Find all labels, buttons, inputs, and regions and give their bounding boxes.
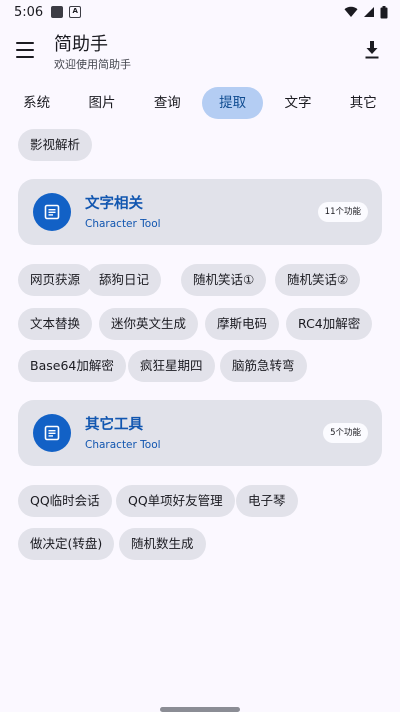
tool-chip[interactable]: 随机数生成 xyxy=(119,528,206,560)
section-title: 其它工具 xyxy=(85,417,143,433)
tool-chip[interactable]: 随机笑话① xyxy=(181,264,267,296)
tab-text[interactable]: 文字 xyxy=(267,87,328,119)
status-bar: 5:06 A xyxy=(0,0,400,24)
wifi-icon xyxy=(344,6,358,18)
tab-image[interactable]: 图片 xyxy=(71,87,132,119)
tool-chip[interactable]: 做决定(转盘) xyxy=(18,528,115,560)
menu-icon[interactable] xyxy=(16,42,34,58)
tool-chip[interactable]: 疯狂星期四 xyxy=(128,350,215,382)
tool-chip[interactable]: 摩斯电码 xyxy=(205,308,280,340)
tab-extract[interactable]: 提取 xyxy=(202,87,264,119)
notification-icon xyxy=(51,6,64,18)
tab-other[interactable]: 其它 xyxy=(333,87,394,119)
feature-count-badge: 11个功能 xyxy=(317,202,368,222)
tool-chip[interactable]: 文本替换 xyxy=(18,308,93,340)
notification-app-icon: A xyxy=(69,6,82,18)
app-subtitle: 欢迎使用简助手 xyxy=(54,58,131,71)
section-card-text: 文字相关 Character Tool 11个功能 xyxy=(18,179,382,245)
tool-chip[interactable]: RC4加解密 xyxy=(286,308,373,340)
tool-chip-video-parse[interactable]: 影视解析 xyxy=(18,129,93,161)
app-title: 简助手 xyxy=(54,34,108,55)
section-title: 文字相关 xyxy=(85,196,143,212)
document-icon xyxy=(33,193,71,231)
battery-icon xyxy=(380,5,388,18)
section-subtitle: Character Tool xyxy=(85,218,161,230)
tool-chip[interactable]: QQ单项好友管理 xyxy=(116,485,235,517)
download-icon[interactable] xyxy=(364,40,380,60)
tool-chip[interactable]: Base64加解密 xyxy=(18,350,126,382)
home-indicator[interactable] xyxy=(160,707,240,712)
section-subtitle: Character Tool xyxy=(85,439,161,451)
tool-list[interactable]: 影视解析 文字相关 Character Tool 11个功能 网页获源 舔狗日记… xyxy=(0,126,400,712)
feature-count-badge: 5个功能 xyxy=(323,423,368,443)
status-time: 5:06 xyxy=(14,4,44,20)
tool-chip[interactable]: 随机笑话② xyxy=(275,264,361,296)
tool-chip[interactable]: 舔狗日记 xyxy=(87,264,162,296)
section-card-other: 其它工具 Character Tool 5个功能 xyxy=(18,400,382,466)
tool-chip[interactable]: QQ临时会话 xyxy=(18,485,112,517)
app-bar: 简助手 欢迎使用简助手 xyxy=(0,24,400,80)
signal-icon xyxy=(364,7,374,17)
tab-query[interactable]: 查询 xyxy=(137,87,198,119)
tool-chip[interactable]: 迷你英文生成 xyxy=(99,308,199,340)
tool-chip[interactable]: 网页获源 xyxy=(18,264,93,296)
tool-chip[interactable]: 电子琴 xyxy=(236,485,298,517)
category-tabs: 系统 图片 查询 提取 文字 其它 xyxy=(0,86,400,120)
tab-system[interactable]: 系统 xyxy=(6,87,67,119)
document-icon xyxy=(33,414,71,452)
tool-chip[interactable]: 脑筋急转弯 xyxy=(220,350,307,382)
